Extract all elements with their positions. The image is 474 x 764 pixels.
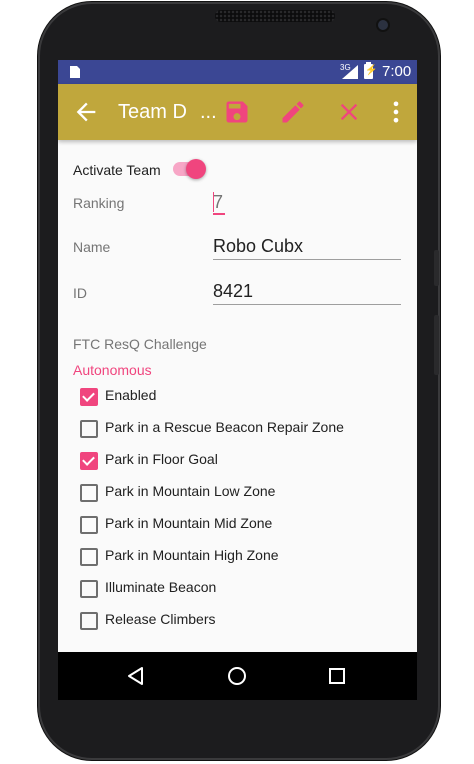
checkbox-label: Park in a Rescue Beacon Repair Zone (105, 419, 344, 435)
name-label: Name (73, 239, 111, 255)
checkbox-label: Park in Floor Goal (105, 451, 218, 467)
back-triangle-icon[interactable] (124, 664, 148, 688)
checkbox-park-floor-goal[interactable]: Park in Floor Goal (80, 449, 400, 473)
speaker-grille (215, 10, 335, 22)
checkbox-unchecked-icon (80, 580, 98, 598)
title-ellipsis: ... (200, 101, 217, 123)
activate-team-switch[interactable] (186, 159, 206, 179)
checkbox-unchecked-icon (80, 420, 98, 438)
ranking-underline (213, 213, 225, 215)
checkbox-label: Illuminate Beacon (105, 579, 217, 595)
checkbox-park-mountain-low-zone[interactable]: Park in Mountain Low Zone (80, 481, 400, 505)
ranking-label: Ranking (73, 195, 125, 211)
checkbox-unchecked-icon (80, 516, 98, 534)
home-circle-icon[interactable] (225, 664, 249, 688)
id-field[interactable]: 8421 (213, 281, 253, 302)
id-label: ID (73, 285, 87, 301)
id-underline (213, 304, 401, 305)
close-icon[interactable] (335, 98, 363, 126)
ranking-field[interactable]: 7 (213, 192, 223, 213)
sim-card-icon (70, 66, 80, 78)
name-field[interactable]: Robo Cubx (213, 236, 303, 257)
save-icon[interactable] (223, 98, 251, 126)
checkbox-label: Park in Mountain High Zone (105, 547, 279, 563)
checkbox-unchecked-icon (80, 548, 98, 566)
power-button (434, 315, 439, 375)
checkbox-release-climbers[interactable]: Release Climbers (80, 609, 400, 633)
checkbox-enabled[interactable]: Enabled (80, 385, 400, 409)
status-bar: 3G ⚡ 7:00 (58, 60, 417, 84)
recents-square-icon[interactable] (325, 664, 349, 688)
checkbox-unchecked-icon (80, 484, 98, 502)
name-underline (213, 259, 401, 260)
screen: 3G ⚡ 7:00 Team D ... Activate Team Ranki… (58, 60, 417, 652)
autonomous-section-header: Autonomous (73, 362, 152, 378)
checkbox-unchecked-icon (80, 612, 98, 630)
checkbox-label: Release Climbers (105, 611, 216, 627)
app-bar: Team D ... (58, 84, 417, 140)
volume-button (434, 250, 439, 286)
checkbox-park-mountain-high-zone[interactable]: Park in Mountain High Zone (80, 545, 400, 569)
challenge-title: FTC ResQ Challenge (73, 336, 207, 352)
status-time: 7:00 (382, 63, 412, 80)
front-camera (378, 20, 388, 30)
checkbox-label: Enabled (105, 387, 157, 403)
battery-charging-icon: ⚡ (364, 62, 377, 79)
more-vert-icon[interactable] (382, 98, 410, 126)
edit-icon[interactable] (279, 98, 307, 126)
checkbox-checked-icon (80, 388, 98, 406)
activate-team-label: Activate Team (73, 162, 161, 178)
checkbox-park-rescue-beacon-repair-zone[interactable]: Park in a Rescue Beacon Repair Zone (80, 417, 400, 441)
network-type: 3G (340, 63, 351, 72)
text-cursor (213, 192, 214, 212)
back-arrow-icon[interactable] (72, 98, 100, 126)
checkbox-checked-icon (80, 452, 98, 470)
checkbox-label: Park in Mountain Mid Zone (105, 515, 273, 531)
checkbox-label: Park in Mountain Low Zone (105, 483, 276, 499)
checkbox-park-mountain-mid-zone[interactable]: Park in Mountain Mid Zone (80, 513, 400, 537)
page-title: Team D (118, 101, 187, 123)
navigation-bar (58, 652, 417, 700)
checkbox-illuminate-beacon[interactable]: Illuminate Beacon (80, 577, 400, 601)
